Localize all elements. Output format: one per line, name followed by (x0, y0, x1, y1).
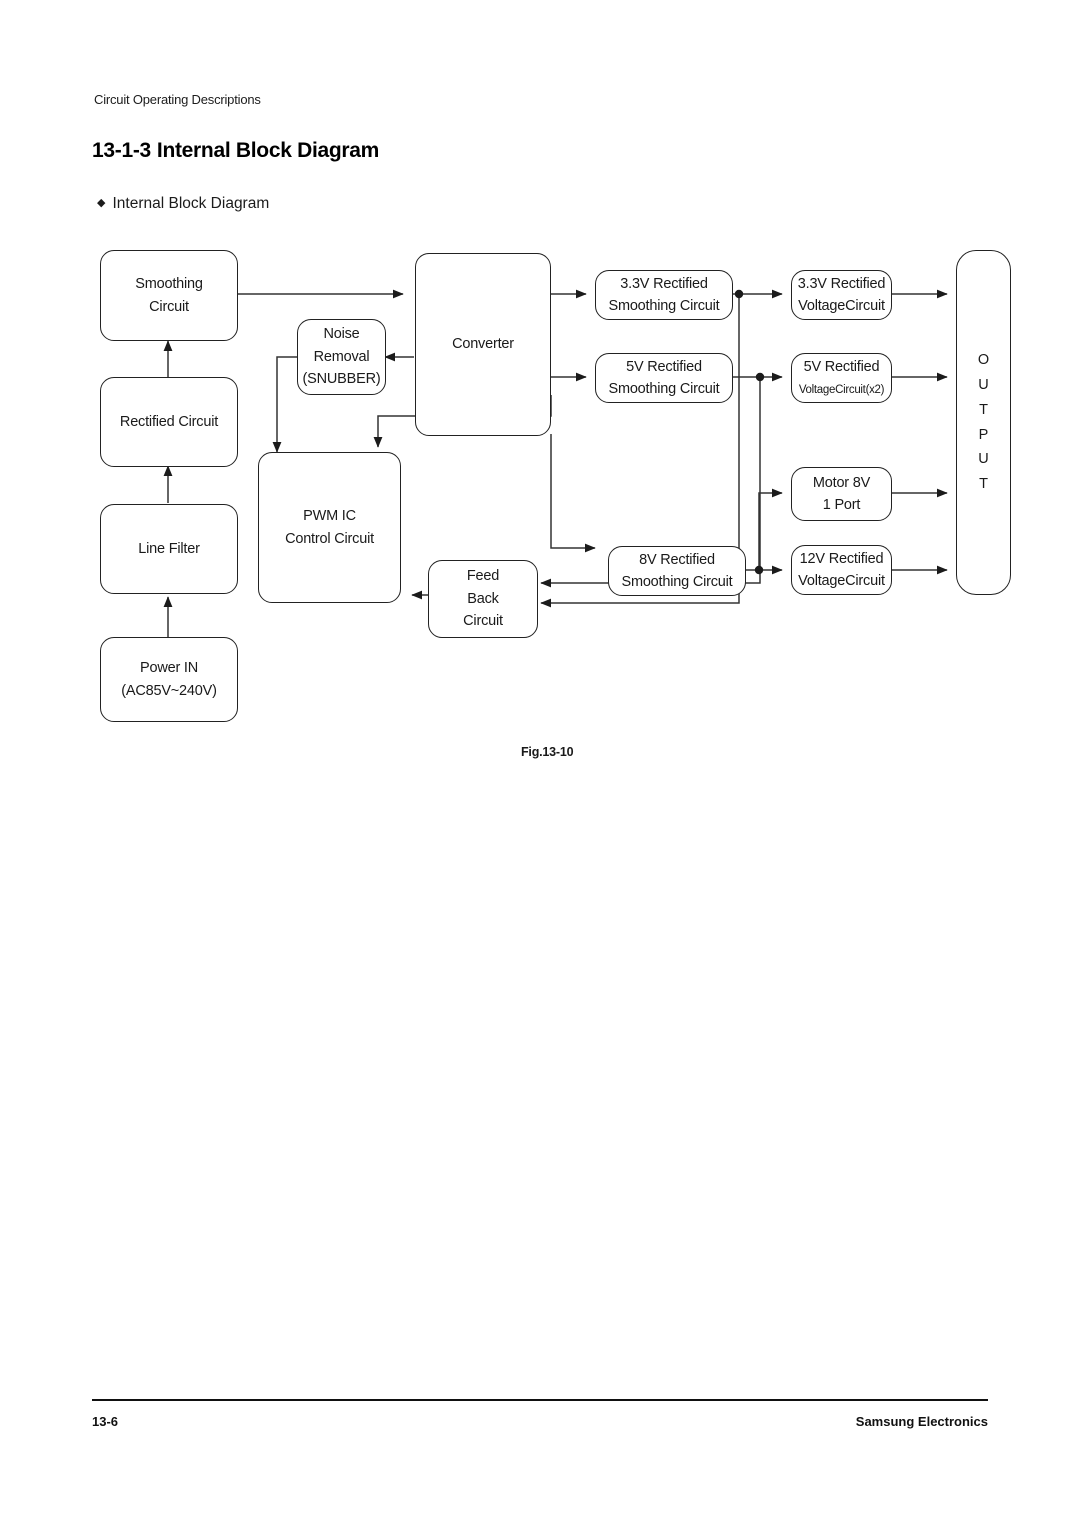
block-output-letter: U (978, 376, 989, 393)
block-33v-voltage-circuit-line1: 3.3V Rectified (797, 275, 886, 292)
block-rectified-circuit-line1: Rectified Circuit (119, 413, 219, 430)
block-motor-8v-line2: 1 Port (822, 497, 861, 513)
block-smoothing-circuit-line1: Smoothing (135, 276, 203, 293)
block-noise-removal-line3: (SNUBBER) (302, 371, 381, 388)
block-converter[interactable]: Converter (415, 253, 551, 436)
block-line-filter[interactable]: Line Filter (100, 504, 238, 594)
block-pwm-ic-control-circuit[interactable]: PWM IC Control Circuit (258, 452, 401, 603)
internal-block-diagram: Smoothing Circuit Rectified Circuit Line… (0, 0, 1080, 800)
block-output-letters: OUTPUT (978, 348, 989, 498)
footer-page-number: 13-6 (92, 1414, 119, 1429)
block-8v-rectified-smoothing-line1: 8V Rectified (639, 551, 715, 568)
block-5v-voltage-circuit-line2: VoltageCircuit(x2) (798, 378, 885, 400)
block-noise-removal-line1: Noise (323, 326, 360, 343)
block-smoothing-circuit[interactable]: Smoothing Circuit (100, 250, 238, 341)
block-5v-voltage-circuit[interactable]: 5V Rectified VoltageCircuit(x2) (791, 353, 892, 403)
block-33v-voltage-circuit[interactable]: 3.3V Rectified VoltageCircuit (791, 270, 892, 320)
block-feed-back-line3: Circuit (463, 613, 503, 630)
block-output[interactable]: OUTPUT (956, 250, 1011, 595)
block-12v-voltage-circuit-line2: VoltageCircuit (798, 573, 885, 589)
block-motor-8v-line1: Motor 8V (812, 474, 871, 491)
block-feed-back-circuit[interactable]: Feed Back Circuit (428, 560, 538, 638)
block-feed-back-line2: Back (467, 590, 499, 607)
block-power-in-line2: (AC85V~240V) (121, 682, 217, 699)
block-smoothing-circuit-line2: Circuit (149, 298, 189, 315)
block-12v-voltage-circuit[interactable]: 12V Rectified VoltageCircuit (791, 545, 892, 595)
block-motor-8v[interactable]: Motor 8V 1 Port (791, 467, 892, 521)
block-rectified-circuit[interactable]: Rectified Circuit (100, 377, 238, 467)
block-pwm-ic-line1: PWM IC (303, 508, 356, 525)
block-output-letter: T (979, 476, 988, 493)
block-output-letter: O (977, 351, 990, 368)
block-12v-voltage-circuit-line1: 12V Rectified (799, 550, 884, 567)
block-5v-voltage-circuit-line2-text: VoltageCircuit (798, 384, 866, 396)
block-5v-rectified-smoothing[interactable]: 5V Rectified Smoothing Circuit (595, 353, 733, 403)
block-feed-back-line1: Feed (466, 568, 500, 585)
footer-brand: Samsung Electronics (855, 1414, 988, 1429)
block-output-letter: P (978, 426, 989, 443)
block-33v-voltage-circuit-line2: VoltageCircuit (798, 298, 885, 314)
block-5v-voltage-circuit-line2-suffix: (x2) (865, 384, 885, 396)
block-line-filter-line1: Line Filter (138, 540, 200, 557)
block-converter-line1: Converter (452, 336, 514, 353)
block-power-in[interactable]: Power IN (AC85V~240V) (100, 637, 238, 722)
block-8v-rectified-smoothing[interactable]: 8V Rectified Smoothing Circuit (608, 546, 746, 596)
block-5v-rectified-smoothing-line2: Smoothing Circuit (608, 381, 720, 397)
figure-caption: Fig.13-10 (521, 745, 574, 759)
block-33v-rectified-smoothing[interactable]: 3.3V Rectified Smoothing Circuit (595, 270, 733, 320)
block-noise-removal[interactable]: Noise Removal (SNUBBER) (297, 319, 386, 395)
block-noise-removal-line2: Removal (313, 348, 370, 365)
block-pwm-ic-line2: Control Circuit (285, 530, 374, 547)
block-output-letter: U (978, 451, 989, 468)
block-output-letter: T (979, 401, 988, 418)
block-5v-voltage-circuit-line1: 5V Rectified (803, 358, 880, 375)
footer-divider (92, 1399, 988, 1401)
block-33v-rectified-smoothing-line1: 3.3V Rectified (620, 275, 708, 292)
block-8v-rectified-smoothing-line2: Smoothing Circuit (621, 574, 733, 590)
block-33v-rectified-smoothing-line2: Smoothing Circuit (608, 298, 720, 314)
block-5v-rectified-smoothing-line1: 5V Rectified (626, 358, 702, 375)
block-power-in-line1: Power IN (139, 660, 199, 677)
